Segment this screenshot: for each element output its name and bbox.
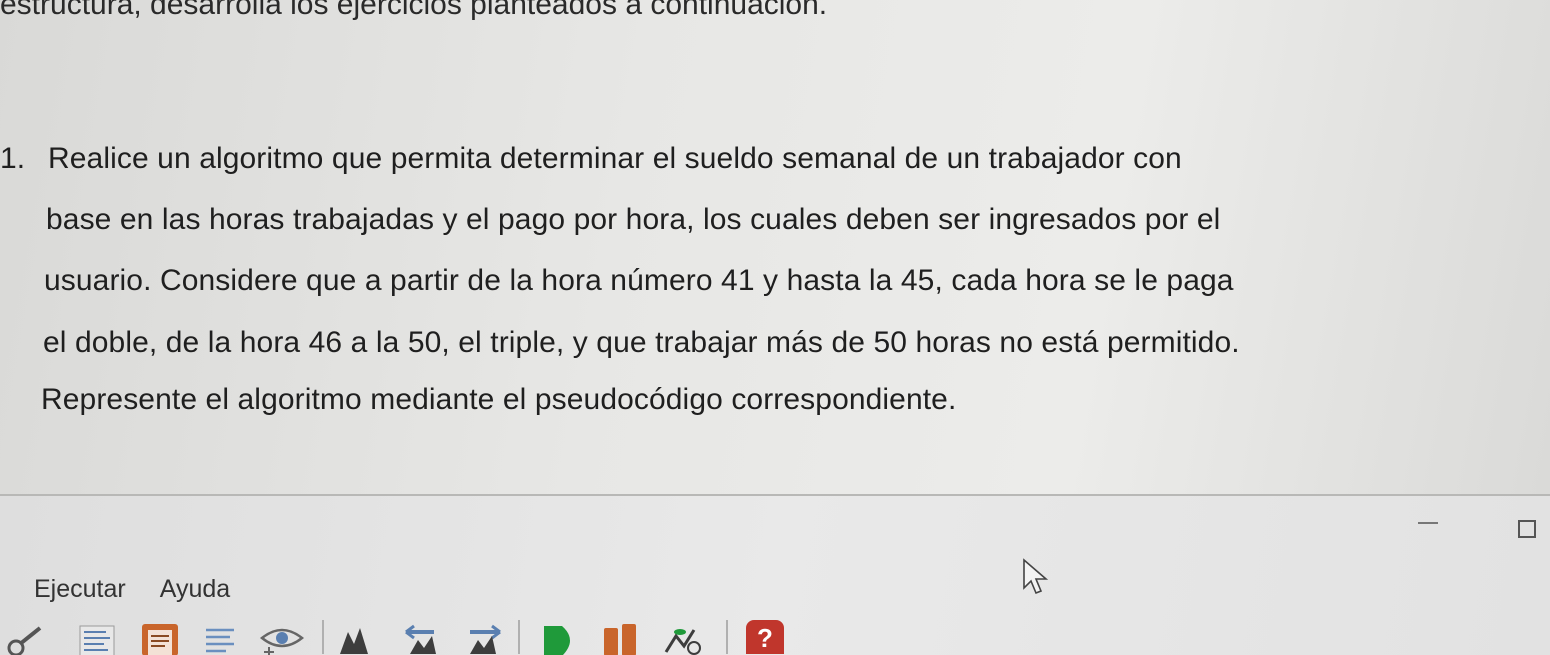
back-icon[interactable] <box>400 622 444 655</box>
toolbar: ? <box>0 614 1550 655</box>
exercise-line: base en las horas trabajadas y el pago p… <box>46 203 1221 236</box>
maximize-button[interactable] <box>1510 518 1546 546</box>
toolbar-separator <box>518 620 520 654</box>
play-icon[interactable] <box>538 622 582 655</box>
toolbar-separator <box>322 620 324 654</box>
exercise-number: 1. <box>0 142 26 175</box>
toolbar-separator <box>726 620 728 654</box>
help-icon[interactable]: ? <box>746 620 784 654</box>
mouse-cursor-icon <box>1023 558 1049 595</box>
eye-icon[interactable] <box>256 622 308 655</box>
plant-icon[interactable] <box>660 622 708 655</box>
run-icon[interactable] <box>6 622 46 655</box>
exercise-line: Represente el algoritmo mediante el pseu… <box>41 383 957 416</box>
minimize-button[interactable] <box>1410 518 1446 546</box>
document-icon[interactable] <box>138 622 182 655</box>
forward-icon[interactable] <box>462 622 506 655</box>
app-window: Ejecutar Ayuda ? <box>0 496 1550 655</box>
exercise-line: usuario. Considere que a partir de la ho… <box>44 264 1234 297</box>
stop-icon[interactable] <box>600 622 644 655</box>
menu-ejecutar[interactable]: Ejecutar <box>34 572 126 606</box>
text-icon[interactable] <box>200 622 240 655</box>
document-intro-line: estructura, desarrolla los ejercicios pl… <box>0 0 828 21</box>
exercise-line: Realice un algoritmo que permita determi… <box>48 142 1182 175</box>
menubar: Ejecutar Ayuda <box>34 572 230 606</box>
window-controls <box>1350 518 1550 548</box>
menu-ayuda[interactable]: Ayuda <box>160 572 230 606</box>
exercise-line: el doble, de la hora 46 a la 50, el trip… <box>43 326 1240 359</box>
step-icon[interactable] <box>334 622 376 655</box>
list-icon[interactable] <box>76 622 118 655</box>
document-page: estructura, desarrolla los ejercicios pl… <box>0 0 1550 495</box>
